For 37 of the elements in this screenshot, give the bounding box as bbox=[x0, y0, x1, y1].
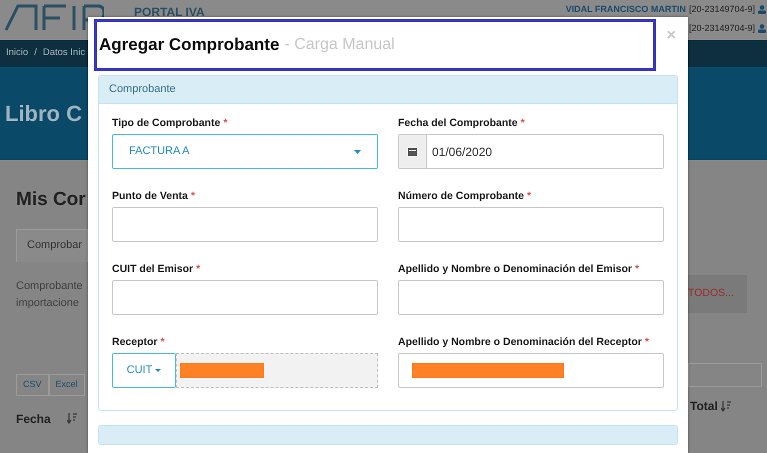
field-label: Punto de Venta bbox=[112, 190, 188, 202]
panel-heading: Comprobante bbox=[99, 76, 677, 104]
field-label: Receptor bbox=[112, 336, 158, 348]
field-label: Tipo de Comprobante bbox=[112, 117, 220, 129]
required-mark: * bbox=[520, 117, 525, 129]
field-label: Apellido y Nombre o Denominación del Receptor bbox=[398, 336, 642, 348]
user-cuit: [20-23149704-9] bbox=[688, 3, 755, 16]
required-mark: * bbox=[196, 263, 200, 275]
required-mark: * bbox=[160, 336, 165, 348]
required-mark: * bbox=[644, 336, 649, 348]
breadcrumb-separator: / bbox=[34, 46, 37, 60]
description-text: importacione bbox=[16, 296, 80, 310]
select-field[interactable]: FACTURA A bbox=[112, 134, 378, 169]
tab[interactable]: Comprobar bbox=[16, 228, 88, 262]
page-title: Libro C bbox=[5, 100, 82, 128]
required-mark: * bbox=[190, 190, 195, 202]
export-button[interactable]: CSV bbox=[16, 374, 49, 396]
user-name: VIDAL FRANCISCO MARTIN bbox=[566, 3, 686, 16]
user-cuit: [20-23149704-9] bbox=[688, 22, 755, 35]
date-value: 01/06/2020 bbox=[432, 144, 492, 160]
field-label: Número de Comprobante bbox=[398, 190, 524, 202]
field-label: Fecha del Comprobante bbox=[398, 117, 518, 129]
section-title: Mis Cor bbox=[16, 188, 87, 212]
column-header: Fecha bbox=[16, 410, 51, 428]
column-header: Total bbox=[690, 398, 718, 415]
export-button[interactable]: Excel bbox=[48, 374, 85, 396]
breadcrumb-link[interactable]: Inicio bbox=[6, 46, 28, 61]
portal-name: PORTAL IVA bbox=[134, 4, 205, 21]
date-field[interactable]: 01/06/2020 bbox=[398, 134, 664, 169]
required-mark: * bbox=[223, 117, 228, 129]
required-mark: * bbox=[527, 190, 532, 202]
description-text: Comprobante bbox=[16, 278, 84, 294]
required-mark: * bbox=[634, 263, 640, 275]
breadcrumb-link[interactable]: Datos Inic bbox=[42, 46, 86, 61]
field-label: CUIT del Emisor bbox=[112, 263, 194, 275]
modal-title: Agregar Comprobante bbox=[99, 34, 280, 56]
field-label: Apellido y Nombre o Denominación del Emisor bbox=[398, 263, 632, 275]
